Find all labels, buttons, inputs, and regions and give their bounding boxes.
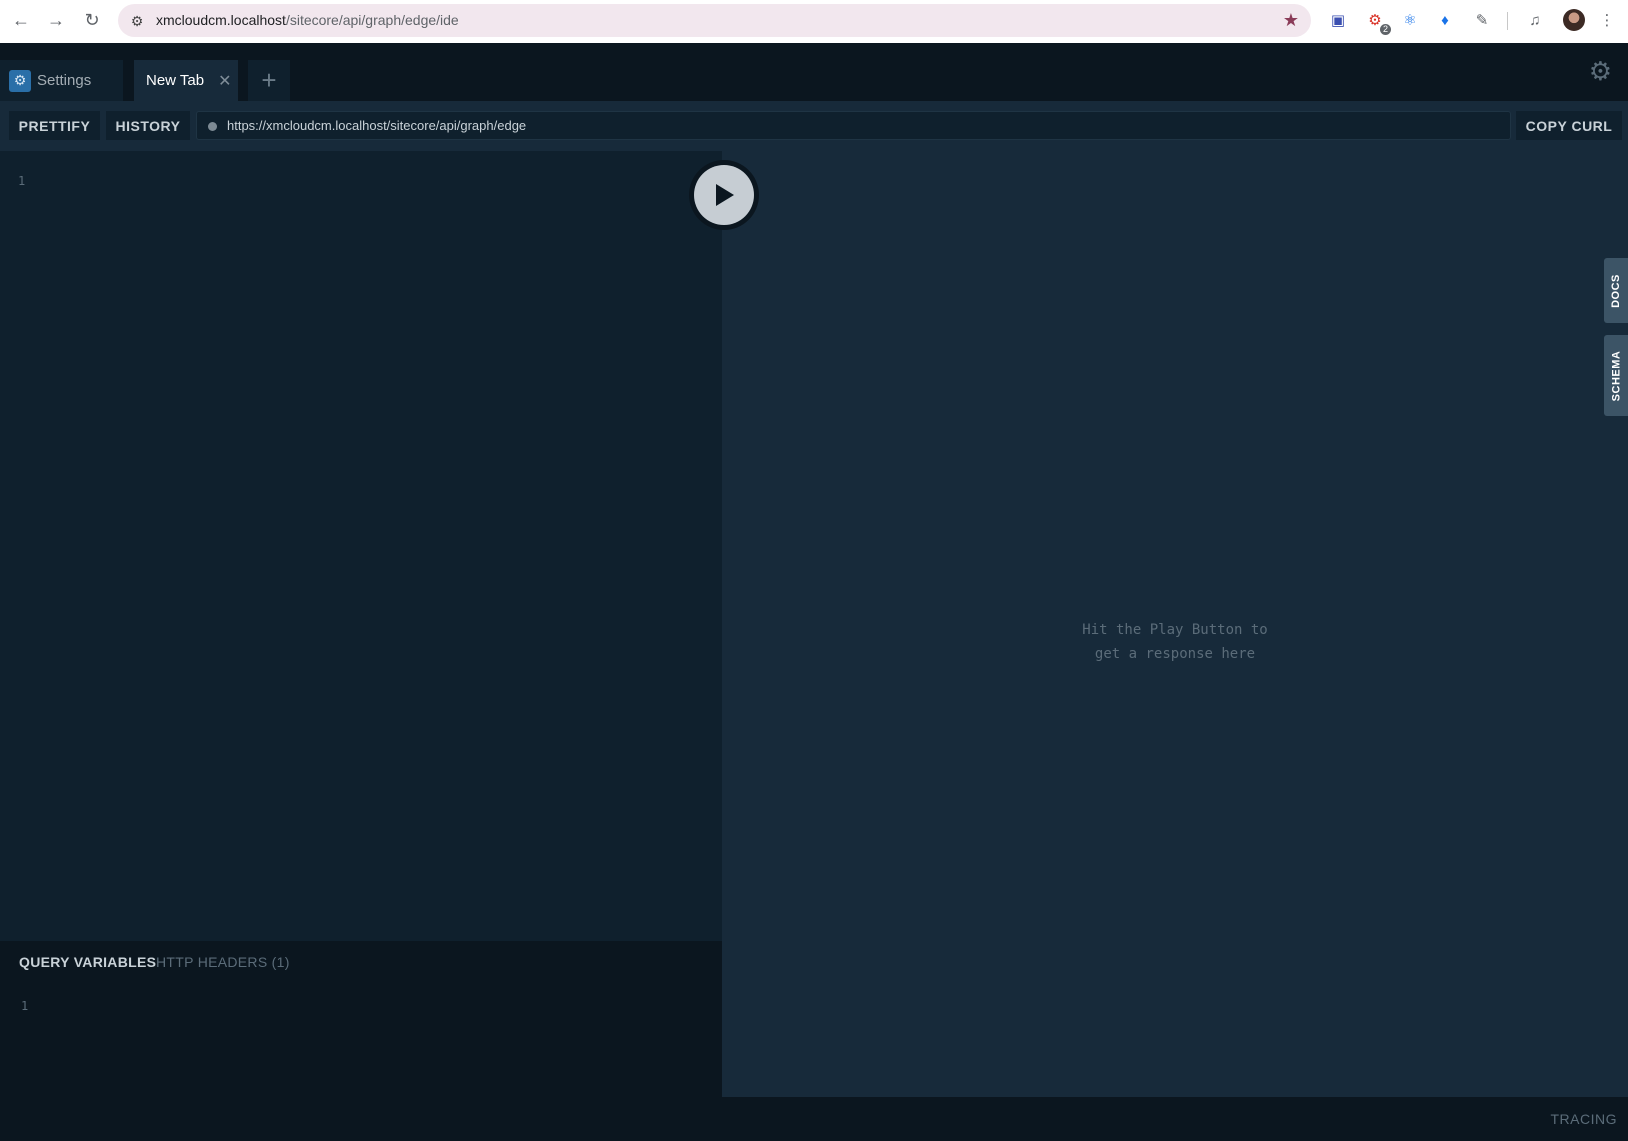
- url-path: /sitecore/api/graph/edge/ide: [285, 12, 459, 28]
- browser-toolbar: ← → ↻ ⚙ xmcloudcm.localhost/sitecore/api…: [0, 0, 1628, 43]
- site-settings-icon[interactable]: ⚙: [128, 12, 146, 30]
- bottom-bar: TRACING: [0, 1097, 1628, 1141]
- forward-icon[interactable]: →: [44, 8, 68, 32]
- variables-line-number: 1: [21, 999, 29, 1013]
- close-icon[interactable]: ✕: [218, 71, 231, 91]
- playground-toolbar: PRETTIFY HISTORY https://xmcloudcm.local…: [0, 101, 1628, 151]
- variables-panel: QUERY VARIABLES HTTP HEADERS (1) 1: [0, 941, 722, 1097]
- tab-http-headers[interactable]: HTTP HEADERS (1): [156, 954, 290, 970]
- prettify-button[interactable]: PRETTIFY: [9, 111, 100, 140]
- tab-new-tab-label: New Tab: [146, 72, 205, 89]
- settings-gear-icon: ⚙: [9, 69, 31, 92]
- play-icon-wrapper: [694, 165, 754, 225]
- docs-tab[interactable]: DOCS: [1604, 258, 1628, 323]
- tab-new-tab[interactable]: New Tab ✕: [134, 60, 238, 101]
- playground-tab-bar: ⚙ Settings New Tab ✕ + ⚙: [0, 43, 1628, 101]
- response-panel: Hit the Play Button to get a response he…: [722, 151, 1628, 1097]
- toolbar-divider: [1507, 12, 1508, 30]
- extension-react-icon[interactable]: ⚛: [1399, 9, 1421, 31]
- bookmark-star-icon[interactable]: ★: [1283, 10, 1299, 31]
- endpoint-url-text: https://xmcloudcm.localhost/sitecore/api…: [227, 118, 527, 133]
- address-bar[interactable]: ⚙ xmcloudcm.localhost/sitecore/api/graph…: [118, 4, 1311, 37]
- docs-tab-label: DOCS: [1610, 273, 1622, 308]
- line-number: 1: [18, 174, 26, 188]
- extensions-puzzle-icon[interactable]: ✎: [1471, 9, 1493, 31]
- query-editor[interactable]: 1: [0, 151, 722, 941]
- tab-query-variables[interactable]: QUERY VARIABLES: [19, 954, 156, 970]
- extension-badge: 2: [1379, 24, 1391, 35]
- address-url[interactable]: xmcloudcm.localhost/sitecore/api/graph/e…: [156, 12, 459, 28]
- url-host: xmcloudcm.localhost: [156, 12, 286, 28]
- response-hint-line-1: Hit the Play Button to: [1082, 622, 1268, 638]
- add-tab-button[interactable]: +: [248, 60, 290, 101]
- settings-gear-icon-top[interactable]: ⚙: [1589, 56, 1612, 87]
- response-placeholder: Hit the Play Button to get a response he…: [722, 618, 1628, 666]
- execute-query-button[interactable]: [689, 160, 759, 230]
- copy-curl-button[interactable]: COPY CURL: [1516, 111, 1622, 140]
- browser-menu-icon[interactable]: ⋮: [1596, 9, 1618, 31]
- schema-tab-label: SCHEMA: [1610, 350, 1623, 401]
- plus-icon: +: [261, 65, 277, 95]
- reload-icon[interactable]: ↻: [80, 8, 104, 32]
- connection-status-dot: [208, 122, 217, 131]
- endpoint-url-input[interactable]: https://xmcloudcm.localhost/sitecore/api…: [196, 111, 1511, 140]
- profile-avatar[interactable]: [1563, 9, 1585, 31]
- schema-tab[interactable]: SCHEMA: [1604, 335, 1628, 416]
- tab-settings[interactable]: ⚙ Settings: [0, 60, 123, 101]
- play-icon: [716, 184, 734, 206]
- extension-screenshot-icon[interactable]: ▣: [1327, 9, 1349, 31]
- response-hint-line-2: get a response here: [1094, 646, 1256, 662]
- tab-settings-label: Settings: [37, 72, 92, 89]
- extension-tag-icon[interactable]: ♦: [1434, 9, 1456, 31]
- media-controls-icon[interactable]: ♫: [1524, 9, 1546, 31]
- extension-gear-icon[interactable]: ⚙ 2: [1364, 9, 1391, 35]
- history-button[interactable]: HISTORY: [106, 111, 190, 140]
- back-icon[interactable]: ←: [9, 8, 33, 32]
- tracing-button[interactable]: TRACING: [1551, 1111, 1618, 1127]
